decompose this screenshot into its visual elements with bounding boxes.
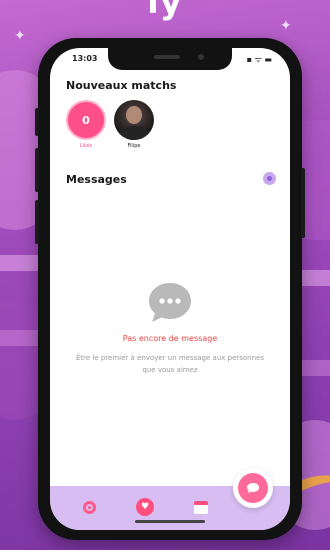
empty-state-subtitle: Être le premier à envoyer un message aux… [75,354,265,374]
new-matches-title: Nouveaux matchs [66,79,177,92]
match-item-likes[interactable]: 0 Likés [64,100,108,149]
power-button [301,168,305,238]
status-time: 13:03 [72,54,98,63]
messages-indicator-icon[interactable] [263,172,276,185]
messages-title: Messages [66,173,127,186]
volume-up-button [35,148,39,192]
phone-frame: 13:03 ▪ ᯤ ▬ Nouveaux matchs 0 Likés Fili… [35,38,305,540]
mute-switch [35,108,39,136]
match-item-filipe[interactable]: Filipe [112,100,156,149]
match-name: Likés [79,143,93,149]
likes-counter-badge: 0 [66,100,106,140]
nav-likes-tab[interactable]: ♥ [134,496,156,518]
match-name: Filipe [127,143,141,149]
speaker-icon [154,55,180,59]
empty-state-title: Pas encore de message [122,334,218,343]
calendar-icon [194,500,208,514]
home-indicator[interactable] [135,520,205,523]
promo-background: ly ✦ ✦ 13:03 ▪ ᯤ ▬ Nouveaux matchs 0 Lik… [0,0,330,550]
phone-notch [108,48,232,70]
camera-icon [198,54,204,60]
chat-icon [247,483,259,493]
heart-icon: ♥ [136,498,154,516]
chat-bubble-icon [149,283,191,322]
app-screen: 13:03 ▪ ᯤ ▬ Nouveaux matchs 0 Likés Fili… [50,48,290,530]
sparkle-icon: ✦ [280,18,292,34]
sparkle-icon: ✦ [14,28,26,44]
status-icons: ▪ ᯤ ▬ [246,55,272,64]
chat-fab-button[interactable] [233,468,273,508]
volume-down-button [35,200,39,244]
discover-icon [82,500,96,514]
likes-count: 0 [82,113,90,127]
nav-discover-tab[interactable] [78,496,100,518]
avatar [114,100,154,140]
nav-events-tab[interactable] [190,496,212,518]
